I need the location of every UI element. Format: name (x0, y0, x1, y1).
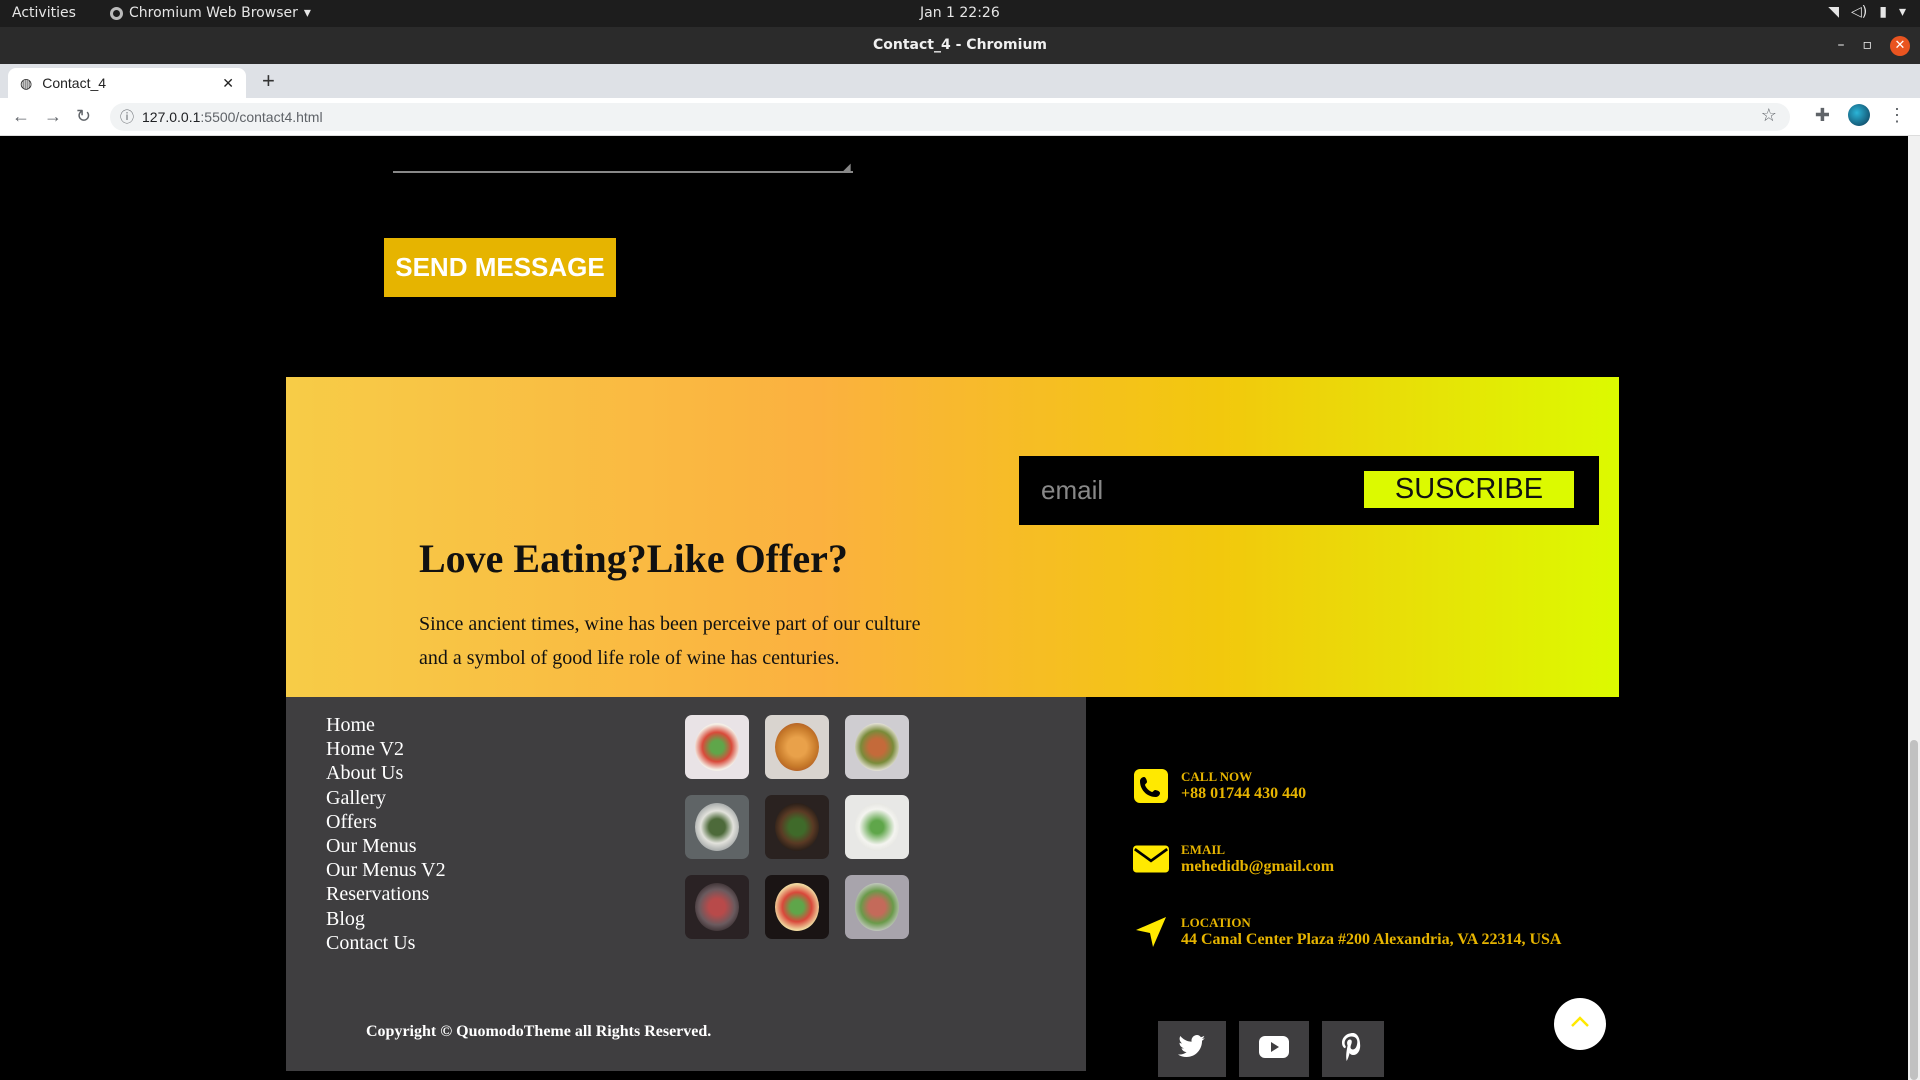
food-thumbnail[interactable] (765, 715, 829, 779)
page-scrollbar[interactable] (1908, 136, 1920, 1080)
footer-link-our-menus-v2[interactable]: Our Menus V2 (326, 858, 446, 882)
contact-label: CALL NOW (1181, 769, 1253, 784)
page-viewport: ◢ SEND MESSAGE SUSCRIBE Love Eating?Like… (0, 136, 1920, 1080)
copyright-text: Copyright © QuomodoTheme all Rights Rese… (366, 1023, 712, 1040)
footer-link-gallery[interactable]: Gallery (326, 786, 446, 810)
profile-avatar[interactable] (1848, 104, 1870, 126)
caret-down-icon: ▾ (303, 5, 311, 21)
contact-location: LOCATION 44 Canal Center Plaza #200 Alex… (1133, 914, 1561, 950)
globe-icon: ◍ (20, 74, 33, 91)
twitter-icon (1178, 1034, 1206, 1064)
caret-down-icon: ▾ (1898, 4, 1906, 20)
footer-link-offers[interactable]: Offers (326, 810, 446, 834)
contact-address: 44 Canal Center Plaza #200 Alexandria, V… (1181, 931, 1562, 948)
window-title: Contact_4 - Chromium (873, 37, 1047, 53)
envelope-icon (1133, 841, 1169, 877)
footer-link-about-us[interactable]: About Us (326, 761, 446, 785)
youtube-button[interactable] (1239, 1021, 1309, 1077)
system-tray[interactable]: ◥ ◁) ▮ ▾ (1828, 4, 1906, 20)
food-thumbnail[interactable] (765, 795, 829, 859)
twitter-button[interactable] (1158, 1021, 1226, 1077)
url-path: :5500/contact4.html (200, 109, 323, 125)
url-host: 127.0.0.1 (142, 109, 201, 125)
back-arrow-icon[interactable]: ← (12, 106, 30, 127)
extensions-icon[interactable]: ✚ (1815, 105, 1830, 126)
close-tab-icon[interactable]: ✕ (222, 75, 234, 92)
tab-strip: ◍ Contact_4 ✕ + (0, 64, 1920, 98)
tab-title: Contact_4 (42, 75, 107, 91)
clock[interactable]: Jan 1 22:26 (920, 5, 1000, 21)
wifi-icon: ◥ (1828, 4, 1840, 20)
contact-label: LOCATION (1181, 915, 1251, 930)
window-title-bar: Contact_4 - Chromium – ▫ ✕ (0, 27, 1920, 64)
reload-icon[interactable]: ↻ (76, 106, 91, 127)
footer-link-our-menus[interactable]: Our Menus (326, 834, 446, 858)
tab-contact-4[interactable]: ◍ Contact_4 ✕ (8, 68, 246, 98)
food-thumbnail[interactable] (685, 875, 749, 939)
resize-handle-icon[interactable]: ◢ (843, 162, 851, 173)
send-message-button[interactable]: SEND MESSAGE (384, 238, 616, 297)
contact-call: CALL NOW +88 01744 430 440 (1133, 768, 1306, 804)
food-thumbnail[interactable] (685, 795, 749, 859)
footer-link-blog[interactable]: Blog (326, 907, 446, 931)
chevron-up-icon (1570, 1015, 1590, 1033)
contact-phone[interactable]: +88 01744 430 440 (1181, 785, 1306, 803)
volume-icon: ◁) (1851, 4, 1868, 20)
subscribe-form: SUSCRIBE (1019, 456, 1599, 525)
app-menu[interactable]: Chromium Web Browser ▾ (110, 5, 311, 21)
subscribe-button[interactable]: SUSCRIBE (1364, 471, 1574, 508)
food-thumbnail[interactable] (845, 875, 909, 939)
scroll-to-top-button[interactable] (1554, 998, 1606, 1050)
contact-email-value[interactable]: mehedidb@gmail.com (1181, 858, 1334, 876)
footer-link-home[interactable]: Home (326, 713, 446, 737)
youtube-icon (1259, 1035, 1289, 1063)
battery-icon: ▮ (1879, 4, 1887, 20)
food-thumbnail[interactable] (685, 715, 749, 779)
info-icon[interactable]: ⓘ (120, 103, 134, 131)
food-thumbnail[interactable] (845, 715, 909, 779)
menu-dots-icon[interactable]: ⋮ (1888, 105, 1906, 126)
chromium-icon (110, 6, 123, 20)
contact-email: EMAIL mehedidb@gmail.com (1133, 841, 1334, 877)
footer-link-reservations[interactable]: Reservations (326, 882, 446, 906)
address-bar[interactable]: ⓘ 127.0.0.1:5500/contact4.html (110, 103, 1790, 131)
food-thumbnail[interactable] (765, 875, 829, 939)
contact-label: EMAIL (1181, 842, 1226, 857)
app-menu-label: Chromium Web Browser (129, 5, 298, 21)
footer-left-panel: Home Home V2 About Us Gallery Offers Our… (286, 697, 1086, 1071)
new-tab-button[interactable]: + (262, 68, 275, 94)
footer-links: Home Home V2 About Us Gallery Offers Our… (326, 713, 446, 955)
footer-link-home-v2[interactable]: Home V2 (326, 737, 446, 761)
minimize-button[interactable]: – (1838, 27, 1845, 64)
offer-banner: SUSCRIBE Love Eating?Like Offer? Since a… (286, 377, 1619, 697)
browser-toolbar: ← → ↻ ⓘ 127.0.0.1:5500/contact4.html ☆ ✚… (0, 98, 1920, 136)
os-top-bar: Activities Chromium Web Browser ▾ Jan 1 … (0, 0, 1920, 27)
phone-icon (1133, 768, 1169, 804)
pinterest-icon (1342, 1032, 1364, 1066)
email-input[interactable] (1041, 470, 1341, 510)
pinterest-button[interactable] (1322, 1021, 1384, 1077)
forward-arrow-icon[interactable]: → (44, 106, 62, 127)
offer-text: Since ancient times, wine has been perce… (419, 613, 921, 669)
footer-link-contact-us[interactable]: Contact Us (326, 931, 446, 955)
message-textarea[interactable] (393, 171, 853, 173)
star-icon[interactable]: ☆ (1761, 105, 1777, 126)
food-gallery (685, 715, 909, 939)
close-window-button[interactable]: ✕ (1890, 35, 1910, 56)
maximize-button[interactable]: ▫ (1863, 27, 1873, 64)
scrollbar-thumb[interactable] (1910, 740, 1918, 1080)
food-thumbnail[interactable] (845, 795, 909, 859)
offer-heading: Love Eating?Like Offer? (419, 536, 848, 581)
location-arrow-icon (1133, 914, 1169, 950)
activities-button[interactable]: Activities (12, 5, 76, 21)
